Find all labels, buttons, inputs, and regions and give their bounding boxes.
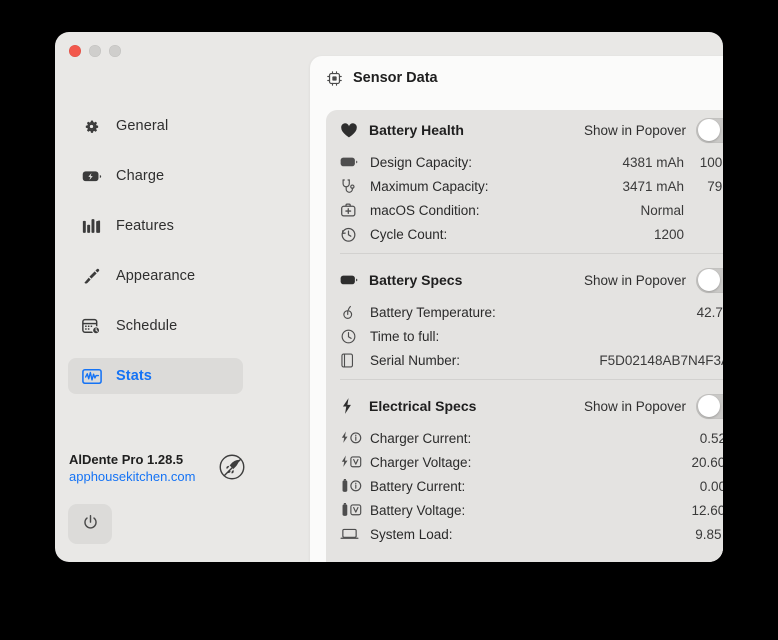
bolt-icon (340, 397, 360, 415)
sidebar-item-features[interactable]: Features (68, 208, 243, 244)
table-row: Cycle Count: 1200 (340, 222, 723, 246)
table-row: Battery Voltage: 12.60 V (340, 498, 723, 522)
row-value: 0.52 A (699, 430, 723, 446)
row-value-secondary: 79 % (707, 178, 723, 194)
sidebar-item-label: Appearance (116, 268, 196, 284)
row-label: System Load: (370, 526, 453, 542)
show-in-popover-toggle[interactable] (696, 393, 723, 419)
section-electrical-specs: Electrical Specs Show in Popover Charger… (326, 386, 723, 546)
website-link[interactable]: apphousekitchen.com (69, 468, 195, 486)
sidebar: General Charge Features Appearance Sched… (55, 32, 255, 562)
sidebar-footer: AlDente Pro 1.28.5 apphousekitchen.com (68, 451, 248, 544)
sidebar-item-appearance[interactable]: Appearance (68, 258, 243, 294)
section-title: Battery Specs (369, 272, 463, 288)
table-row: macOS Condition: Normal (340, 198, 723, 222)
row-label: Battery Voltage: (370, 502, 466, 518)
cpu-chip-icon (326, 70, 343, 87)
sidebar-item-label: Stats (116, 368, 152, 384)
bolt-voltage-icon (340, 454, 364, 471)
medical-bag-icon (340, 202, 364, 219)
clock-icon (340, 328, 364, 345)
table-row: Battery Temperature: 42.7°C (340, 300, 723, 324)
section-battery-specs: Battery Specs Show in Popover Battery Te… (326, 260, 723, 372)
waveform-icon (82, 366, 104, 386)
battery-full-icon (340, 154, 364, 171)
table-row: Time to full: -- (340, 324, 723, 348)
row-label: Charger Current: (370, 430, 472, 446)
sidebar-item-general[interactable]: General (68, 108, 243, 144)
row-value: 12.60 V (691, 502, 723, 518)
bolt-current-icon (340, 430, 364, 447)
stethoscope-icon (340, 178, 364, 195)
row-value: 0.00 A (699, 478, 723, 494)
panel-title: Sensor Data (353, 70, 438, 86)
panel-header: Sensor Data (310, 56, 723, 100)
section-battery-health: Battery Health Show in Popover Design Ca… (326, 110, 723, 246)
gear-icon (82, 116, 104, 136)
row-value: 4381 mAh (622, 154, 684, 170)
popover-label: Show in Popover (583, 272, 686, 288)
document-icon (340, 352, 364, 369)
sidebar-item-label: Charge (116, 168, 165, 184)
table-row: Battery Current: 0.00 A (340, 474, 723, 498)
row-value: 42.7°C (696, 304, 723, 320)
battery-bolt-icon (82, 166, 104, 186)
chart-bars-icon (82, 216, 104, 236)
row-label: Battery Current: (370, 478, 466, 494)
sidebar-item-stats[interactable]: Stats (68, 358, 243, 394)
row-value: 1200 (653, 226, 684, 242)
thermometer-icon (340, 304, 364, 321)
battery-current-icon (340, 478, 364, 495)
show-in-popover-toggle[interactable] (696, 117, 723, 143)
row-label: Time to full: (370, 328, 440, 344)
row-value: 20.60 V (691, 454, 723, 470)
sidebar-item-label: Features (116, 218, 175, 234)
row-label: macOS Condition: (370, 202, 480, 218)
table-row: Maximum Capacity: 3471 mAh 79 % (340, 174, 723, 198)
app-version: AlDente Pro 1.28.5 (69, 452, 184, 467)
table-row: Design Capacity: 4381 mAh 100 % (340, 150, 723, 174)
battery-full-icon (340, 271, 360, 289)
battery-voltage-icon (340, 502, 364, 519)
clock-arrow-icon (340, 226, 364, 243)
row-label: Charger Voltage: (370, 454, 472, 470)
popover-label: Show in Popover (583, 122, 686, 138)
sidebar-item-schedule[interactable]: Schedule (68, 308, 243, 344)
sidebar-item-charge[interactable]: Charge (68, 158, 243, 194)
row-value: 3471 mAh (622, 178, 684, 194)
row-value-secondary: 100 % (699, 154, 723, 170)
row-value: F5D02148AB7N4F3AY (599, 352, 723, 368)
heart-icon (340, 121, 360, 139)
calendar-clock-icon (82, 316, 104, 336)
popover-label: Show in Popover (583, 398, 686, 414)
sensor-data-card: Battery Health Show in Popover Design Ca… (326, 110, 723, 562)
laptop-icon (340, 526, 364, 543)
power-button[interactable] (68, 504, 112, 544)
row-label: Serial Number: (370, 352, 461, 368)
section-header: Electrical Specs Show in Popover (340, 386, 723, 426)
sidebar-item-label: Schedule (116, 318, 178, 334)
row-label: Maximum Capacity: (370, 178, 489, 194)
section-header: Battery Health Show in Popover (340, 110, 723, 150)
row-value: Normal (640, 202, 684, 218)
sidebar-nav: General Charge Features Appearance Sched… (68, 108, 243, 408)
app-window: General Charge Features Appearance Sched… (55, 32, 723, 562)
rocket-badge-icon (218, 453, 246, 481)
table-row: Serial Number: F5D02148AB7N4F3AY (340, 348, 723, 372)
paintbrush-icon (82, 266, 104, 286)
content-panel: Sensor Data Battery Health Show in Popov… (310, 56, 723, 562)
row-label: Cycle Count: (370, 226, 448, 242)
table-row: Charger Current: 0.52 A (340, 426, 723, 450)
row-label: Battery Temperature: (370, 304, 496, 320)
table-row: System Load: 9.85 W (340, 522, 723, 546)
show-in-popover-toggle[interactable] (696, 267, 723, 293)
power-icon (81, 513, 100, 535)
table-row: Charger Voltage: 20.60 V (340, 450, 723, 474)
row-label: Design Capacity: (370, 154, 473, 170)
section-title: Battery Health (369, 122, 464, 138)
row-value: 9.85 W (695, 526, 723, 542)
sidebar-item-label: General (116, 118, 169, 134)
section-header: Battery Specs Show in Popover (340, 260, 723, 300)
section-title: Electrical Specs (369, 398, 477, 414)
